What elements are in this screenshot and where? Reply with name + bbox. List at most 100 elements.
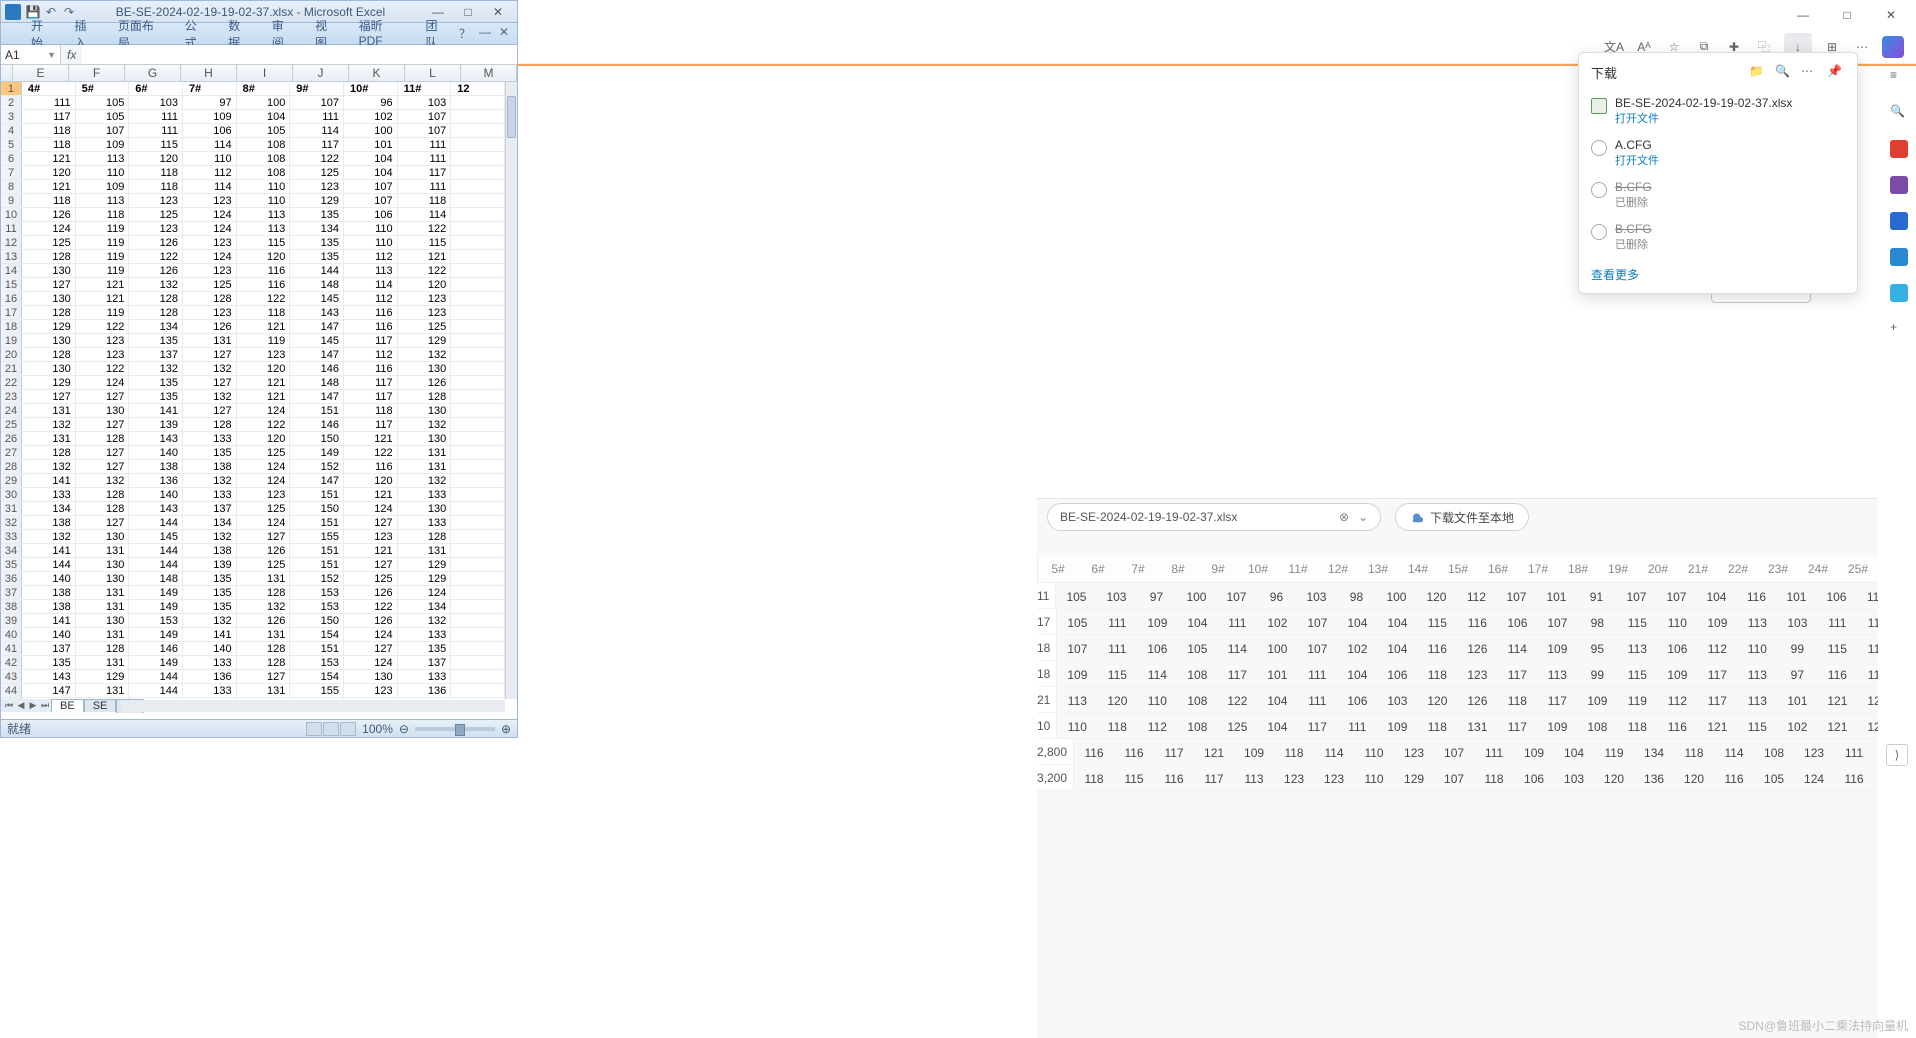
row-header[interactable]: 41 (1, 642, 22, 655)
download-item[interactable]: BE-SE-2024-02-19-19-02-37.xlsx打开文件 (1579, 90, 1857, 132)
cell[interactable]: 121 (344, 488, 398, 501)
cell[interactable]: 117 (398, 166, 452, 179)
table-cell[interactable]: 103 (1377, 687, 1417, 712)
table-cell[interactable]: 118 (1417, 713, 1457, 738)
table-cell[interactable]: 110 (1057, 713, 1097, 738)
row-header[interactable]: 14 (1, 264, 22, 277)
cell[interactable]: 127 (76, 390, 130, 403)
table-cell[interactable]: 108 (1177, 687, 1217, 712)
cell[interactable]: 120 (237, 362, 291, 375)
help-icon[interactable]: ？ (459, 25, 471, 42)
cell[interactable]: 140 (183, 698, 237, 699)
cell[interactable]: 116 (344, 306, 398, 319)
table-cell[interactable]: 117 (1697, 661, 1737, 686)
cell[interactable]: 108 (237, 152, 291, 165)
cell[interactable]: 143 (290, 306, 344, 319)
cell[interactable]: 135 (183, 600, 237, 613)
col-header[interactable]: H (181, 65, 237, 81)
cell[interactable] (451, 278, 505, 291)
row-header[interactable]: 19 (1, 334, 22, 347)
cell[interactable]: 114 (344, 278, 398, 291)
table-cell[interactable]: 115 (1097, 661, 1137, 686)
table-col-header[interactable]: 7# (1118, 555, 1158, 582)
cell[interactable]: 111 (129, 110, 183, 123)
table-cell[interactable]: 110 (1354, 765, 1394, 790)
table-cell[interactable]: 101 (1257, 661, 1297, 686)
cell[interactable]: 128 (183, 418, 237, 431)
cell[interactable]: 120 (129, 152, 183, 165)
table-cell[interactable]: 101 (1776, 583, 1816, 608)
cell[interactable]: 135 (290, 250, 344, 263)
table-cell[interactable]: 107 (1216, 583, 1256, 608)
cell[interactable]: 132 (237, 600, 291, 613)
cell[interactable]: 125 (344, 572, 398, 585)
ribbon-min-icon[interactable]: — (479, 25, 491, 42)
cell[interactable]: 111 (398, 152, 452, 165)
cell[interactable]: 129 (344, 698, 398, 699)
cell[interactable]: 127 (183, 348, 237, 361)
cell[interactable] (451, 698, 505, 699)
table-cell[interactable]: 113 (1057, 687, 1097, 712)
cell[interactable]: 144 (22, 558, 76, 571)
cell[interactable]: 128 (237, 642, 291, 655)
table-cell[interactable]: 106 (1816, 583, 1856, 608)
table-cell[interactable]: 110 (1737, 635, 1777, 660)
row-header[interactable]: 39 (1, 614, 22, 627)
cell[interactable]: 124 (237, 474, 291, 487)
cell[interactable]: 122 (237, 292, 291, 305)
table-col-header[interactable]: 18# (1558, 555, 1598, 582)
cell[interactable] (451, 166, 505, 179)
cell[interactable]: 153 (290, 656, 344, 669)
table-cell[interactable]: 112 (1137, 713, 1177, 738)
cell[interactable]: 132 (129, 362, 183, 375)
sheet-nav-next[interactable]: ▶ (27, 700, 39, 711)
cell[interactable]: 124 (344, 628, 398, 641)
cell[interactable]: 143 (129, 502, 183, 515)
cell[interactable]: 123 (344, 684, 398, 697)
table-cell[interactable]: 122 (1217, 687, 1257, 712)
cell[interactable]: 104 (344, 152, 398, 165)
cell[interactable]: 123 (129, 222, 183, 235)
download-item[interactable]: A.CFG打开文件 (1579, 132, 1857, 174)
close-button[interactable]: ✕ (483, 3, 513, 21)
cell[interactable]: 124 (237, 516, 291, 529)
cell[interactable]: 129 (398, 572, 452, 585)
cell[interactable]: 141 (22, 544, 76, 557)
cell[interactable]: 128 (22, 250, 76, 263)
cell[interactable]: 128 (22, 306, 76, 319)
cell[interactable]: 144 (129, 558, 183, 571)
table-cell[interactable]: 98 (1336, 583, 1376, 608)
table-cell[interactable]: 109 (1234, 739, 1274, 764)
cell[interactable]: 122 (344, 446, 398, 459)
cell[interactable] (451, 320, 505, 333)
cell[interactable] (451, 530, 505, 543)
download-open-link[interactable]: 打开文件 (1615, 152, 1845, 168)
cell[interactable]: 135 (183, 446, 237, 459)
row-header[interactable]: 9 (1, 194, 22, 207)
table-cell[interactable]: 122 (1857, 713, 1878, 738)
cell[interactable]: 144 (129, 670, 183, 683)
table-cell[interactable]: 116 (1457, 609, 1497, 634)
table-cell[interactable]: 117 (1194, 765, 1234, 790)
cell[interactable]: 148 (290, 278, 344, 291)
cell[interactable]: 143 (129, 432, 183, 445)
cell[interactable]: 123 (183, 194, 237, 207)
table-cell[interactable]: 124 (1874, 765, 1878, 790)
cell[interactable]: 128 (76, 642, 130, 655)
cell[interactable]: 140 (129, 446, 183, 459)
cell[interactable] (451, 404, 505, 417)
cell[interactable]: 126 (183, 320, 237, 333)
doc-close-icon[interactable]: ✕ (499, 25, 509, 42)
cell[interactable] (451, 236, 505, 249)
cell[interactable] (451, 670, 505, 683)
cell[interactable]: 111 (129, 124, 183, 137)
cell[interactable]: 100 (344, 124, 398, 137)
cell[interactable]: 123 (237, 348, 291, 361)
cell[interactable]: 118 (398, 194, 452, 207)
cell[interactable]: 135 (22, 656, 76, 669)
row-header[interactable]: 18 (1, 320, 22, 333)
cell[interactable]: 117 (344, 418, 398, 431)
table-col-header[interactable]: 13# (1358, 555, 1398, 582)
table-cell[interactable]: 117 (1297, 713, 1337, 738)
cell[interactable]: 135 (183, 572, 237, 585)
